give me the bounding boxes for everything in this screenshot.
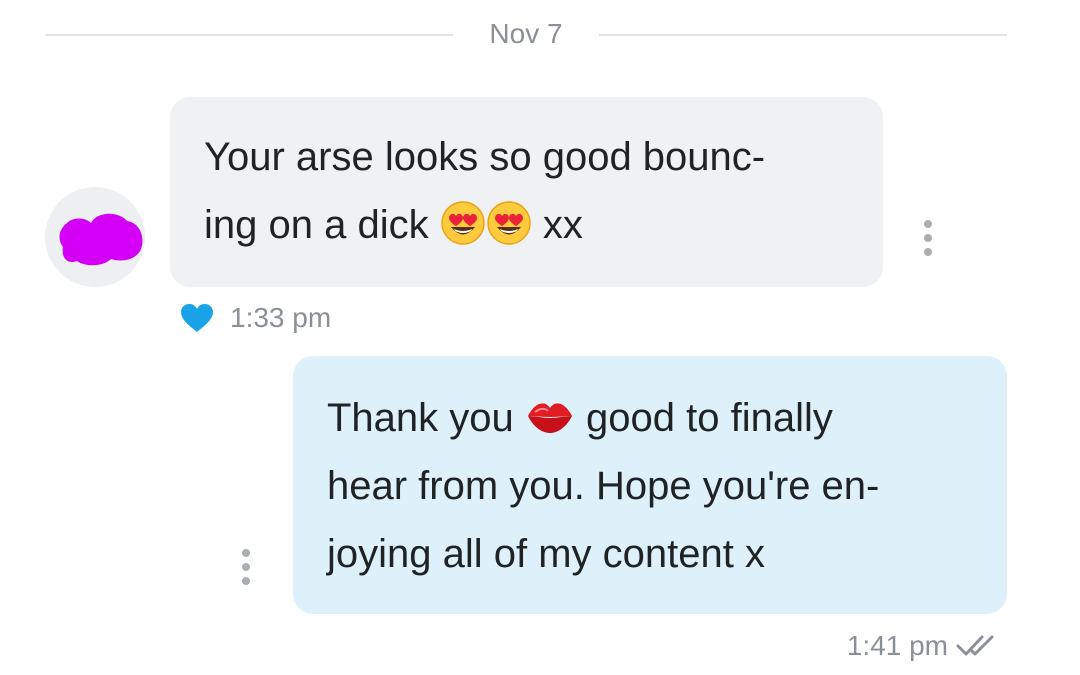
- incoming-message-line-2: ing on a dick xx: [204, 191, 863, 259]
- outgoing-more-options-icon[interactable]: [236, 547, 256, 587]
- divider-line-right: [599, 34, 1007, 36]
- incoming-message-text: ing on a dick: [204, 203, 429, 247]
- outgoing-message-text: Thank you: [327, 396, 514, 440]
- heart-eyes-emoji: [486, 200, 532, 246]
- outgoing-message-line-3: joying all of my content x: [327, 532, 765, 576]
- outgoing-message-text-2: good to finally: [586, 396, 833, 440]
- incoming-message-meta: 1:33 pm: [180, 302, 331, 334]
- incoming-message-bubble[interactable]: Your arse looks so good bounc- ing on a …: [170, 97, 883, 287]
- incoming-more-options-icon[interactable]: [918, 218, 938, 258]
- double-check-icon: [956, 633, 1000, 659]
- outgoing-message-meta: 1:41 pm: [847, 630, 1000, 662]
- heart-eyes-emoji: [440, 200, 486, 246]
- censored-avatar-image: [59, 213, 143, 266]
- outgoing-message-time: 1:41 pm: [846, 630, 948, 661]
- incoming-message-line: Your arse looks so good bounc-: [204, 135, 766, 179]
- heart-icon[interactable]: [180, 303, 214, 333]
- outgoing-message-line-1: Thank you good to finally: [327, 384, 987, 452]
- incoming-message-time: 1:33 pm: [230, 302, 332, 333]
- kiss-mark-emoji: [525, 396, 575, 436]
- date-divider: Nov 7: [45, 14, 1007, 54]
- avatar[interactable]: [45, 187, 145, 287]
- outgoing-message-line-2: hear from you. Hope you're en-: [327, 464, 880, 508]
- outgoing-message-bubble[interactable]: Thank you good to finally hear from you.…: [293, 356, 1007, 614]
- incoming-message-suffix: xx: [542, 203, 583, 247]
